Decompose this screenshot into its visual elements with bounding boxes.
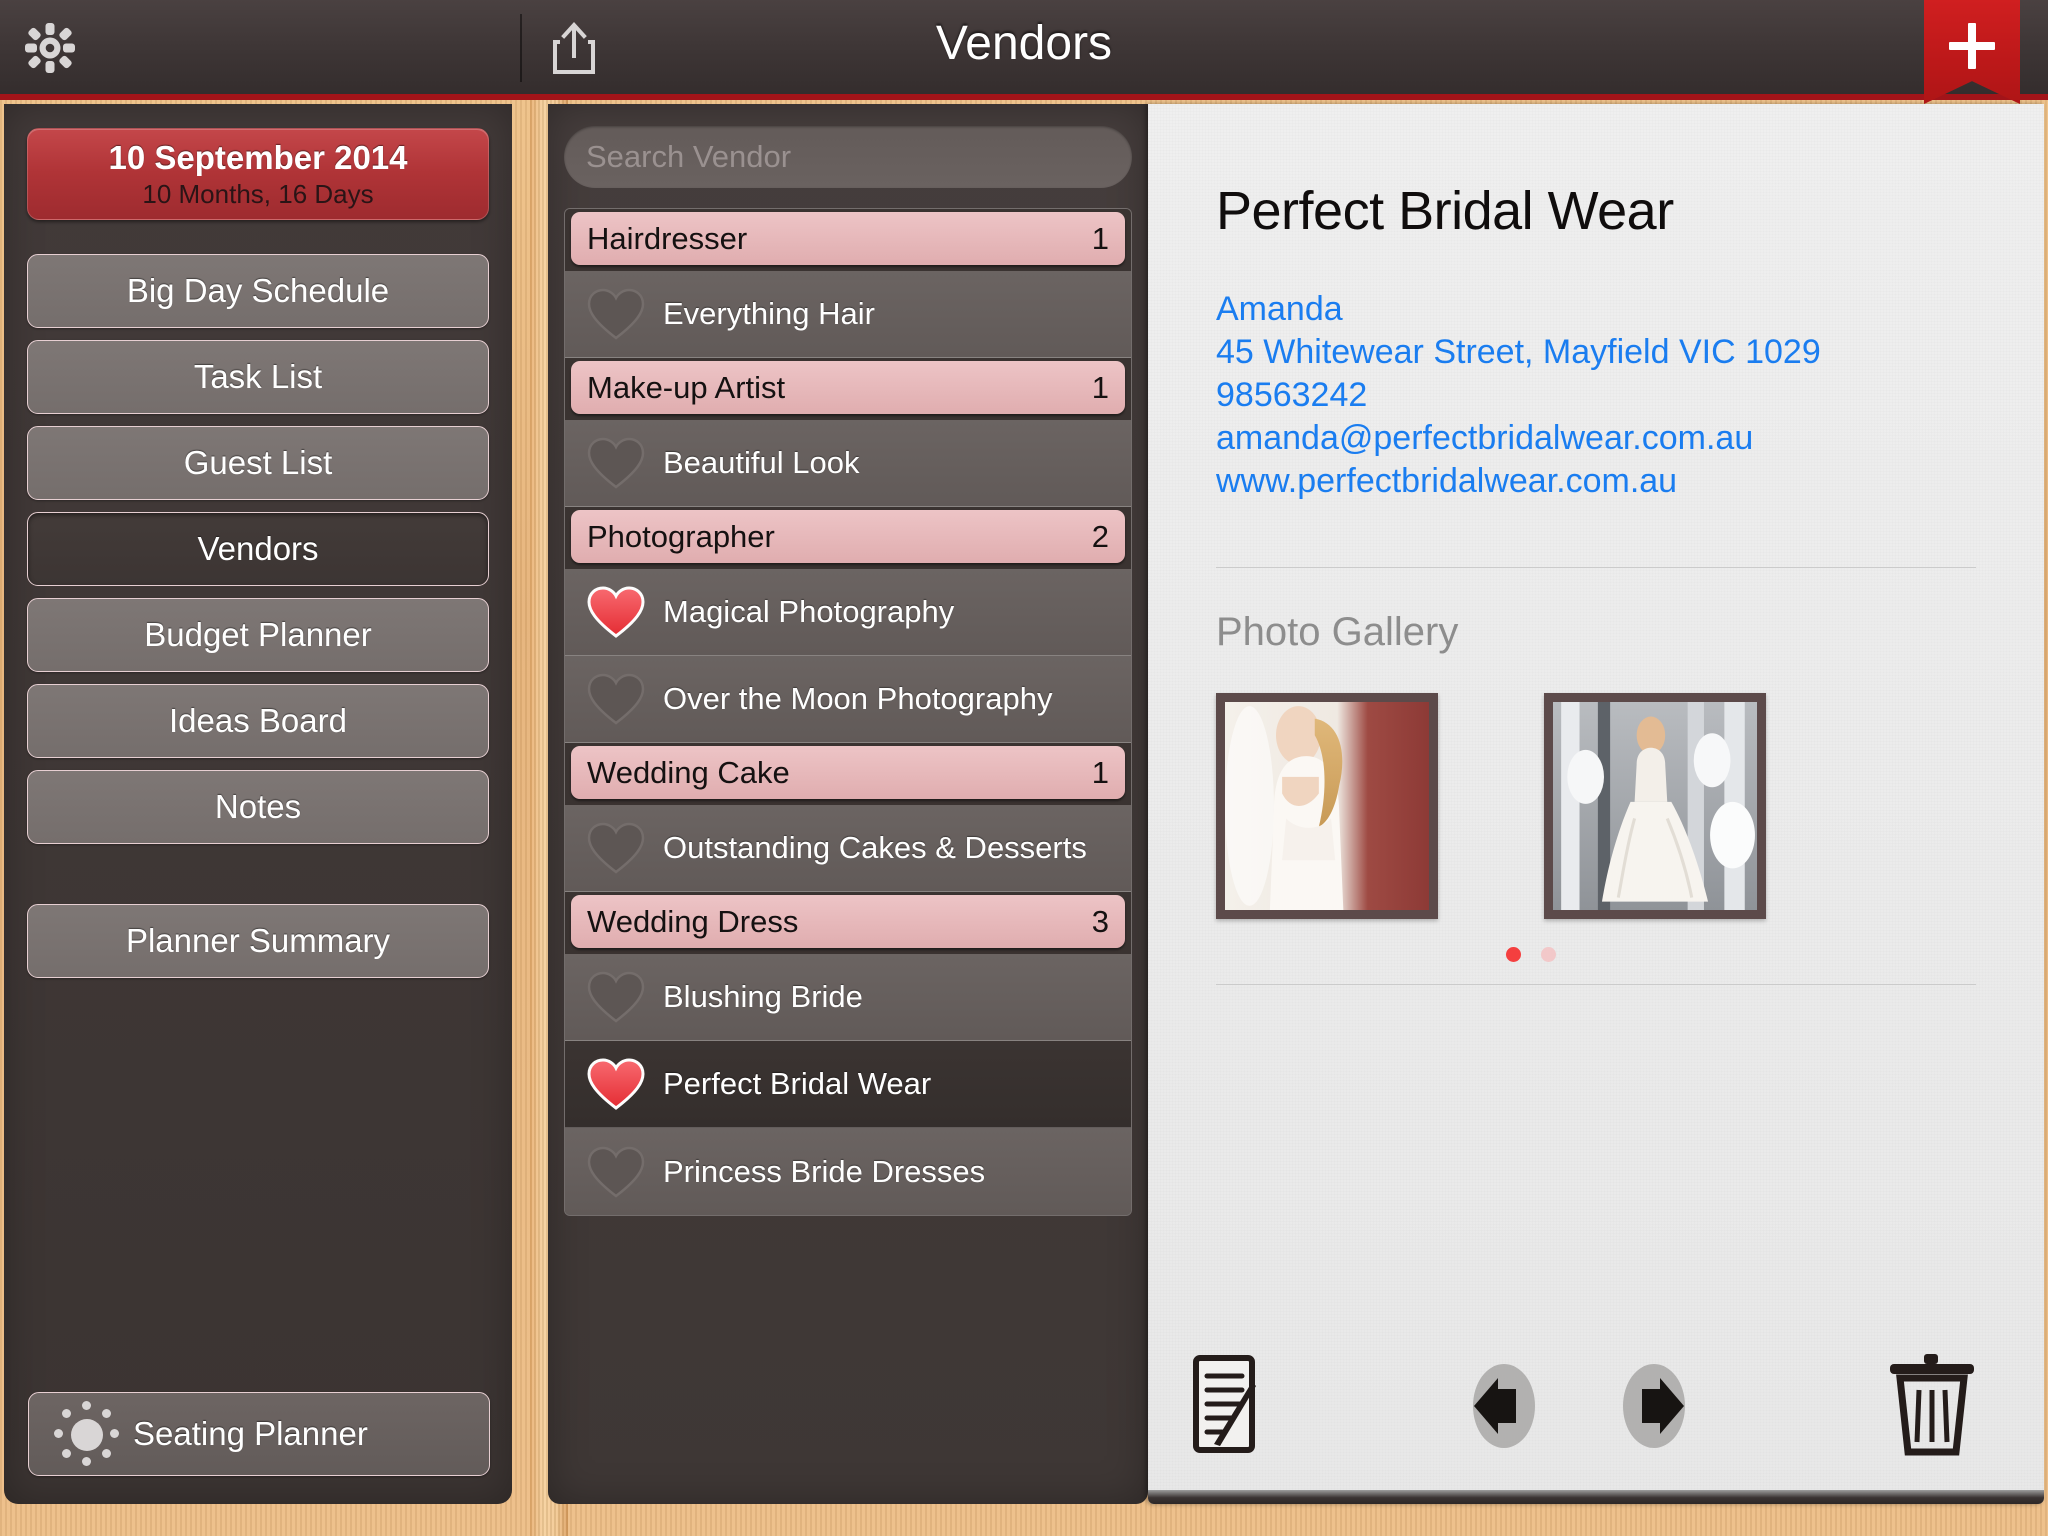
page-dot-1[interactable] [1506, 947, 1521, 962]
vendor-name: Princess Bride Dresses [663, 1153, 986, 1189]
category-header-wedding-cake[interactable]: Wedding Cake 1 [565, 743, 1131, 805]
vendor-row-perfect-bridal-wear[interactable]: Perfect Bridal Wear [565, 1041, 1131, 1128]
photo-gallery [1216, 693, 1976, 919]
sidebar: 10 September 2014 10 Months, 16 Days Big… [4, 104, 512, 1504]
page-body: 10 September 2014 10 Months, 16 Days Big… [0, 100, 2048, 1536]
seating-planner-label: Seating Planner [133, 1415, 368, 1452]
sidebar-item-label: Big Day Schedule [126, 272, 390, 309]
category-label: Wedding Dress [587, 903, 799, 939]
sidebar-item-label: Guest List [183, 444, 333, 481]
vendor-name: Over the Moon Photography [663, 681, 1053, 716]
vendor-name: Blushing Bride [663, 979, 863, 1014]
heart-outline-icon[interactable] [587, 288, 645, 340]
contact-address[interactable]: 45 Whitewear Street, Mayfield VIC 1029 [1216, 331, 1976, 374]
sidebar-item-label: Notes [214, 788, 302, 825]
heart-outline-icon[interactable] [587, 1146, 645, 1198]
vendor-row-princess-bride-dresses[interactable]: Princess Bride Dresses [565, 1128, 1131, 1215]
vendor-list-panel: Hairdresser 1 Everything Hair Make-up Ar… [548, 104, 1148, 1504]
wedding-date: 10 September 2014 [108, 138, 408, 176]
heart-outline-icon[interactable] [587, 673, 645, 725]
notepad-pencil-icon[interactable] [1190, 1354, 1286, 1454]
vendor-name: Magical Photography [663, 594, 955, 629]
vendor-row-outstanding-cakes-desserts[interactable]: Outstanding Cakes & Desserts [565, 805, 1131, 892]
page-title: Vendors [935, 17, 1113, 70]
search-input[interactable] [586, 139, 1110, 175]
heart-outline-icon[interactable] [587, 971, 645, 1023]
gallery-bottom-divider [1216, 984, 1976, 985]
category-label: Wedding Cake [587, 754, 790, 790]
category-label: Make-up Artist [587, 369, 786, 405]
heart-filled-icon[interactable] [587, 1058, 645, 1110]
arrow-left-icon[interactable] [1458, 1362, 1550, 1450]
vendor-list: Hairdresser 1 Everything Hair Make-up Ar… [564, 208, 1132, 1216]
page-dot-2[interactable] [1541, 947, 1556, 962]
photo-gallery-title: Photo Gallery [1216, 610, 1459, 654]
sidebar-item-guest-list[interactable]: Guest List [27, 426, 489, 500]
contact-block: Amanda 45 Whitewear Street, Mayfield VIC… [1216, 288, 1976, 503]
category-count: 1 [1091, 369, 1109, 405]
sidebar-item-vendors[interactable]: Vendors [27, 512, 489, 586]
sidebar-item-label: Budget Planner [144, 616, 372, 653]
gallery-photo-1[interactable] [1216, 693, 1438, 919]
sidebar-item-label: Vendors [197, 530, 319, 567]
sidebar-item-notes[interactable]: Notes [27, 770, 489, 844]
vendor-row-blushing-bride[interactable]: Blushing Bride [565, 954, 1131, 1041]
category-label: Hairdresser [587, 220, 748, 256]
contact-website[interactable]: www.perfectbridalwear.com.au [1216, 460, 1976, 503]
contact-email[interactable]: amanda@perfectbridalwear.com.au [1216, 417, 1976, 460]
sidebar-item-big-day-schedule[interactable]: Big Day Schedule [27, 254, 489, 328]
category-count: 3 [1091, 903, 1109, 939]
vendor-detail-panel: Perfect Bridal Wear Amanda 45 Whitewear … [1148, 104, 2044, 1504]
sidebar-item-budget-planner[interactable]: Budget Planner [27, 598, 489, 672]
category-count: 1 [1091, 220, 1109, 256]
category-count: 1 [1091, 754, 1109, 790]
section-divider [1216, 567, 1976, 568]
vendor-row-magical-photography[interactable]: Magical Photography [565, 569, 1131, 656]
sidebar-item-label: Planner Summary [125, 922, 391, 959]
vendor-name: Beautiful Look [663, 445, 860, 480]
gallery-photo-2[interactable] [1544, 693, 1766, 919]
category-count: 2 [1091, 518, 1109, 554]
vendor-row-everything-hair[interactable]: Everything Hair [565, 271, 1131, 358]
category-header-photographer[interactable]: Photographer 2 [565, 507, 1131, 569]
sidebar-item-label: Task List [193, 358, 323, 395]
wedding-date-card[interactable]: 10 September 2014 10 Months, 16 Days [27, 128, 489, 220]
category-header-hairdresser[interactable]: Hairdresser 1 [565, 209, 1131, 271]
sidebar-item-seating-planner[interactable]: Seating Planner [28, 1392, 490, 1476]
category-header-wedding-dress[interactable]: Wedding Dress 3 [565, 892, 1131, 954]
plus-icon-vertical [1968, 23, 1976, 69]
panel-bottom-edge [1148, 1490, 2044, 1504]
sidebar-item-task-list[interactable]: Task List [27, 340, 489, 414]
vendor-name: Perfect Bridal Wear [663, 1066, 932, 1101]
add-vendor-button[interactable] [1924, 0, 2020, 104]
sidebar-item-planner-summary[interactable]: Planner Summary [27, 904, 489, 978]
sun-icon [49, 1399, 125, 1469]
contact-person[interactable]: Amanda [1216, 288, 1976, 331]
category-label: Photographer [587, 518, 775, 554]
heart-outline-icon[interactable] [587, 822, 645, 874]
category-header-makeup-artist[interactable]: Make-up Artist 1 [565, 358, 1131, 420]
gallery-page-dots [1148, 947, 1976, 962]
trash-icon[interactable] [1884, 1352, 1980, 1456]
vendor-row-over-the-moon-photography[interactable]: Over the Moon Photography [565, 656, 1131, 743]
heart-filled-icon[interactable] [587, 586, 645, 638]
search-field[interactable] [564, 126, 1132, 188]
sidebar-item-label: Ideas Board [169, 702, 347, 739]
heart-outline-icon[interactable] [587, 437, 645, 489]
top-bar: Vendors [0, 0, 2048, 100]
detail-toolbar [1148, 1344, 2044, 1464]
wedding-countdown: 10 Months, 16 Days [142, 178, 374, 209]
menu-spacer [24, 856, 492, 904]
sidebar-menu: Big Day Schedule Task List Guest List Ve… [24, 254, 492, 978]
vendor-name: Everything Hair [663, 296, 875, 331]
contact-phone[interactable]: 98563242 [1216, 374, 1976, 417]
vendor-name: Outstanding Cakes & Desserts [663, 830, 1087, 865]
arrow-right-icon[interactable] [1608, 1362, 1700, 1450]
sidebar-item-ideas-board[interactable]: Ideas Board [27, 684, 489, 758]
vendor-row-beautiful-look[interactable]: Beautiful Look [565, 420, 1131, 507]
detail-vendor-name: Perfect Bridal Wear [1216, 181, 1674, 241]
